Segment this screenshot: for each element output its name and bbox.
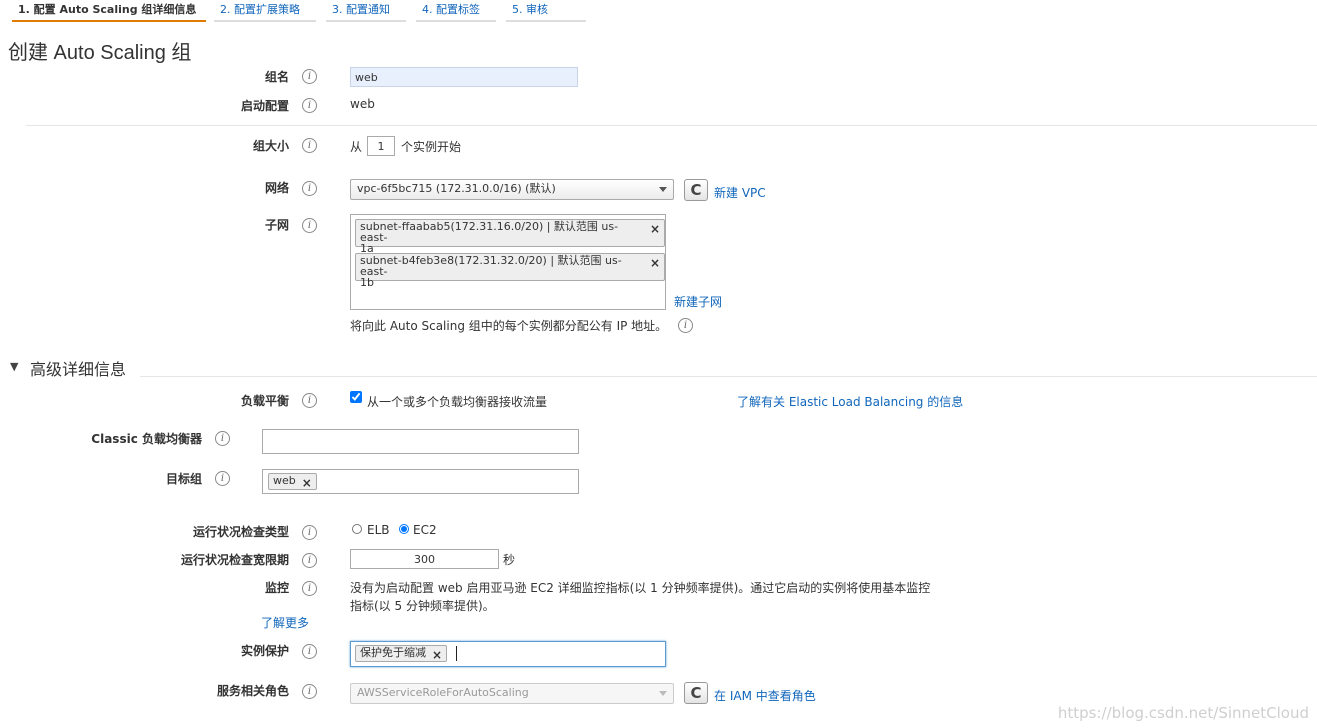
monitoring-note-line1: 没有为启动配置 web 启用亚马逊 EC2 详细监控指标(以 1 分钟频率提供)… xyxy=(350,581,931,595)
classic-lb-label: Classic 负载均衡器 xyxy=(91,432,202,446)
health-check-type-label: 运行状况检查类型 xyxy=(192,525,289,539)
network-select[interactable]: vpc-6f5bc715 (172.31.0.0/16) (默认) xyxy=(350,179,674,200)
step-tab-4[interactable]: 4. 配置标签 xyxy=(416,0,496,22)
group-size-input[interactable] xyxy=(367,136,395,156)
close-icon[interactable]: × xyxy=(650,257,660,269)
subnet-chip: subnet-b4feb3e8(172.31.32.0/20) | 默认范围 u… xyxy=(355,253,665,288)
subnet-info-icon[interactable]: i xyxy=(302,218,317,233)
subnet-label: 子网 xyxy=(264,218,289,232)
group-name-label: 组名 xyxy=(264,70,289,84)
health-grace-label: 运行状况检查宽限期 xyxy=(180,553,289,567)
network-label: 网络 xyxy=(264,181,289,195)
health-check-elb-label: ELB xyxy=(367,523,390,537)
text-cursor xyxy=(456,646,457,661)
step-tab-3[interactable]: 3. 配置通知 xyxy=(326,0,406,22)
chevron-down-icon xyxy=(659,691,667,696)
create-subnet-link[interactable]: 新建子网 xyxy=(674,293,722,310)
launch-config-info-icon[interactable]: i xyxy=(302,98,317,113)
monitoring-learn-more-link[interactable]: 了解更多 xyxy=(261,614,309,631)
health-check-elb-radio[interactable] xyxy=(352,524,362,534)
health-check-ec2-radio[interactable] xyxy=(399,524,409,534)
monitoring-note-line2: 指标(以 5 分钟频率提供)。 xyxy=(350,599,495,613)
group-size-suffix: 个实例开始 xyxy=(401,140,462,154)
target-group-chip: web × xyxy=(268,473,317,490)
group-name-info-icon[interactable]: i xyxy=(302,69,317,84)
step-tab-5[interactable]: 5. 审核 xyxy=(506,0,586,22)
target-group-label: 目标组 xyxy=(165,472,202,486)
load-balancing-info-icon[interactable]: i xyxy=(302,393,317,408)
group-name-input[interactable] xyxy=(350,67,578,87)
section-divider xyxy=(26,125,1317,126)
refresh-network-button[interactable]: C xyxy=(684,179,708,201)
step-tab-1[interactable]: 1. 配置 Auto Scaling 组详细信息 xyxy=(12,0,206,22)
advanced-section-title[interactable]: 高级详细信息 xyxy=(30,356,126,380)
refresh-role-button[interactable]: C xyxy=(684,682,708,704)
subnet-chip-line1: subnet-b4feb3e8(172.31.32.0/20) | 默认范围 u… xyxy=(360,254,622,278)
advanced-toggle-icon[interactable]: ▼ xyxy=(10,360,18,373)
create-vpc-link[interactable]: 新建 VPC xyxy=(714,184,766,201)
health-check-type-info-icon[interactable]: i xyxy=(302,525,317,540)
launch-config-label: 启动配置 xyxy=(240,99,289,113)
subnet-chip: subnet-ffaabab5(172.31.16.0/20) | 默认范围 u… xyxy=(355,219,665,254)
load-balancing-checkbox-label: 从一个或多个负载均衡器接收流量 xyxy=(367,395,548,409)
advanced-divider xyxy=(140,376,1317,377)
health-check-ec2-label: EC2 xyxy=(413,523,437,537)
group-size-label: 组大小 xyxy=(252,139,289,153)
target-group-chip-label: web xyxy=(273,474,296,487)
close-icon[interactable]: × xyxy=(432,648,442,662)
classic-lb-input[interactable] xyxy=(262,429,579,454)
service-role-select-value: AWSServiceRoleForAutoScaling xyxy=(357,686,529,699)
close-icon[interactable]: × xyxy=(650,223,660,235)
service-role-label: 服务相关角色 xyxy=(216,684,289,698)
instance-protection-label: 实例保护 xyxy=(240,644,289,658)
elb-learn-link[interactable]: 了解有关 Elastic Load Balancing 的信息 xyxy=(737,393,963,410)
public-ip-note: 将向此 Auto Scaling 组中的每个实例都分配公有 IP 地址。 xyxy=(350,319,668,333)
monitoring-info-icon[interactable]: i xyxy=(302,581,317,596)
chevron-down-icon xyxy=(659,187,667,192)
network-select-value: vpc-6f5bc715 (172.31.0.0/16) (默认) xyxy=(357,182,556,195)
classic-lb-info-icon[interactable]: i xyxy=(215,431,230,446)
watermark: https://blog.csdn.net/SinnetCloud xyxy=(1057,704,1309,722)
monitoring-label: 监控 xyxy=(264,581,289,595)
public-ip-info-icon[interactable]: i xyxy=(678,318,693,333)
subnet-chip-line1: subnet-ffaabab5(172.31.16.0/20) | 默认范围 u… xyxy=(360,220,619,244)
health-grace-info-icon[interactable]: i xyxy=(302,553,317,568)
launch-config-value: web xyxy=(350,97,375,111)
load-balancing-checkbox[interactable] xyxy=(350,391,362,403)
target-group-info-icon[interactable]: i xyxy=(215,471,230,486)
service-role-info-icon[interactable]: i xyxy=(302,684,317,699)
health-grace-input[interactable] xyxy=(350,549,499,569)
subnet-chip-line2: 1b xyxy=(360,276,374,289)
group-size-info-icon[interactable]: i xyxy=(302,138,317,153)
view-iam-role-link[interactable]: 在 IAM 中查看角色 xyxy=(714,687,816,704)
step-tab-2[interactable]: 2. 配置扩展策略 xyxy=(214,0,316,22)
page-title: 创建 Auto Scaling 组 xyxy=(8,42,192,64)
load-balancing-label: 负载平衡 xyxy=(240,394,289,408)
health-grace-unit: 秒 xyxy=(503,553,516,567)
instance-protection-info-icon[interactable]: i xyxy=(302,644,317,659)
service-role-select[interactable]: AWSServiceRoleForAutoScaling xyxy=(350,683,674,704)
network-info-icon[interactable]: i xyxy=(302,181,317,196)
instance-protection-chip-label: 保护免于缩减 xyxy=(360,646,426,659)
close-icon[interactable]: × xyxy=(302,476,312,490)
instance-protection-chip: 保护免于缩减 × xyxy=(355,645,447,662)
group-size-prefix: 从 xyxy=(350,140,363,154)
